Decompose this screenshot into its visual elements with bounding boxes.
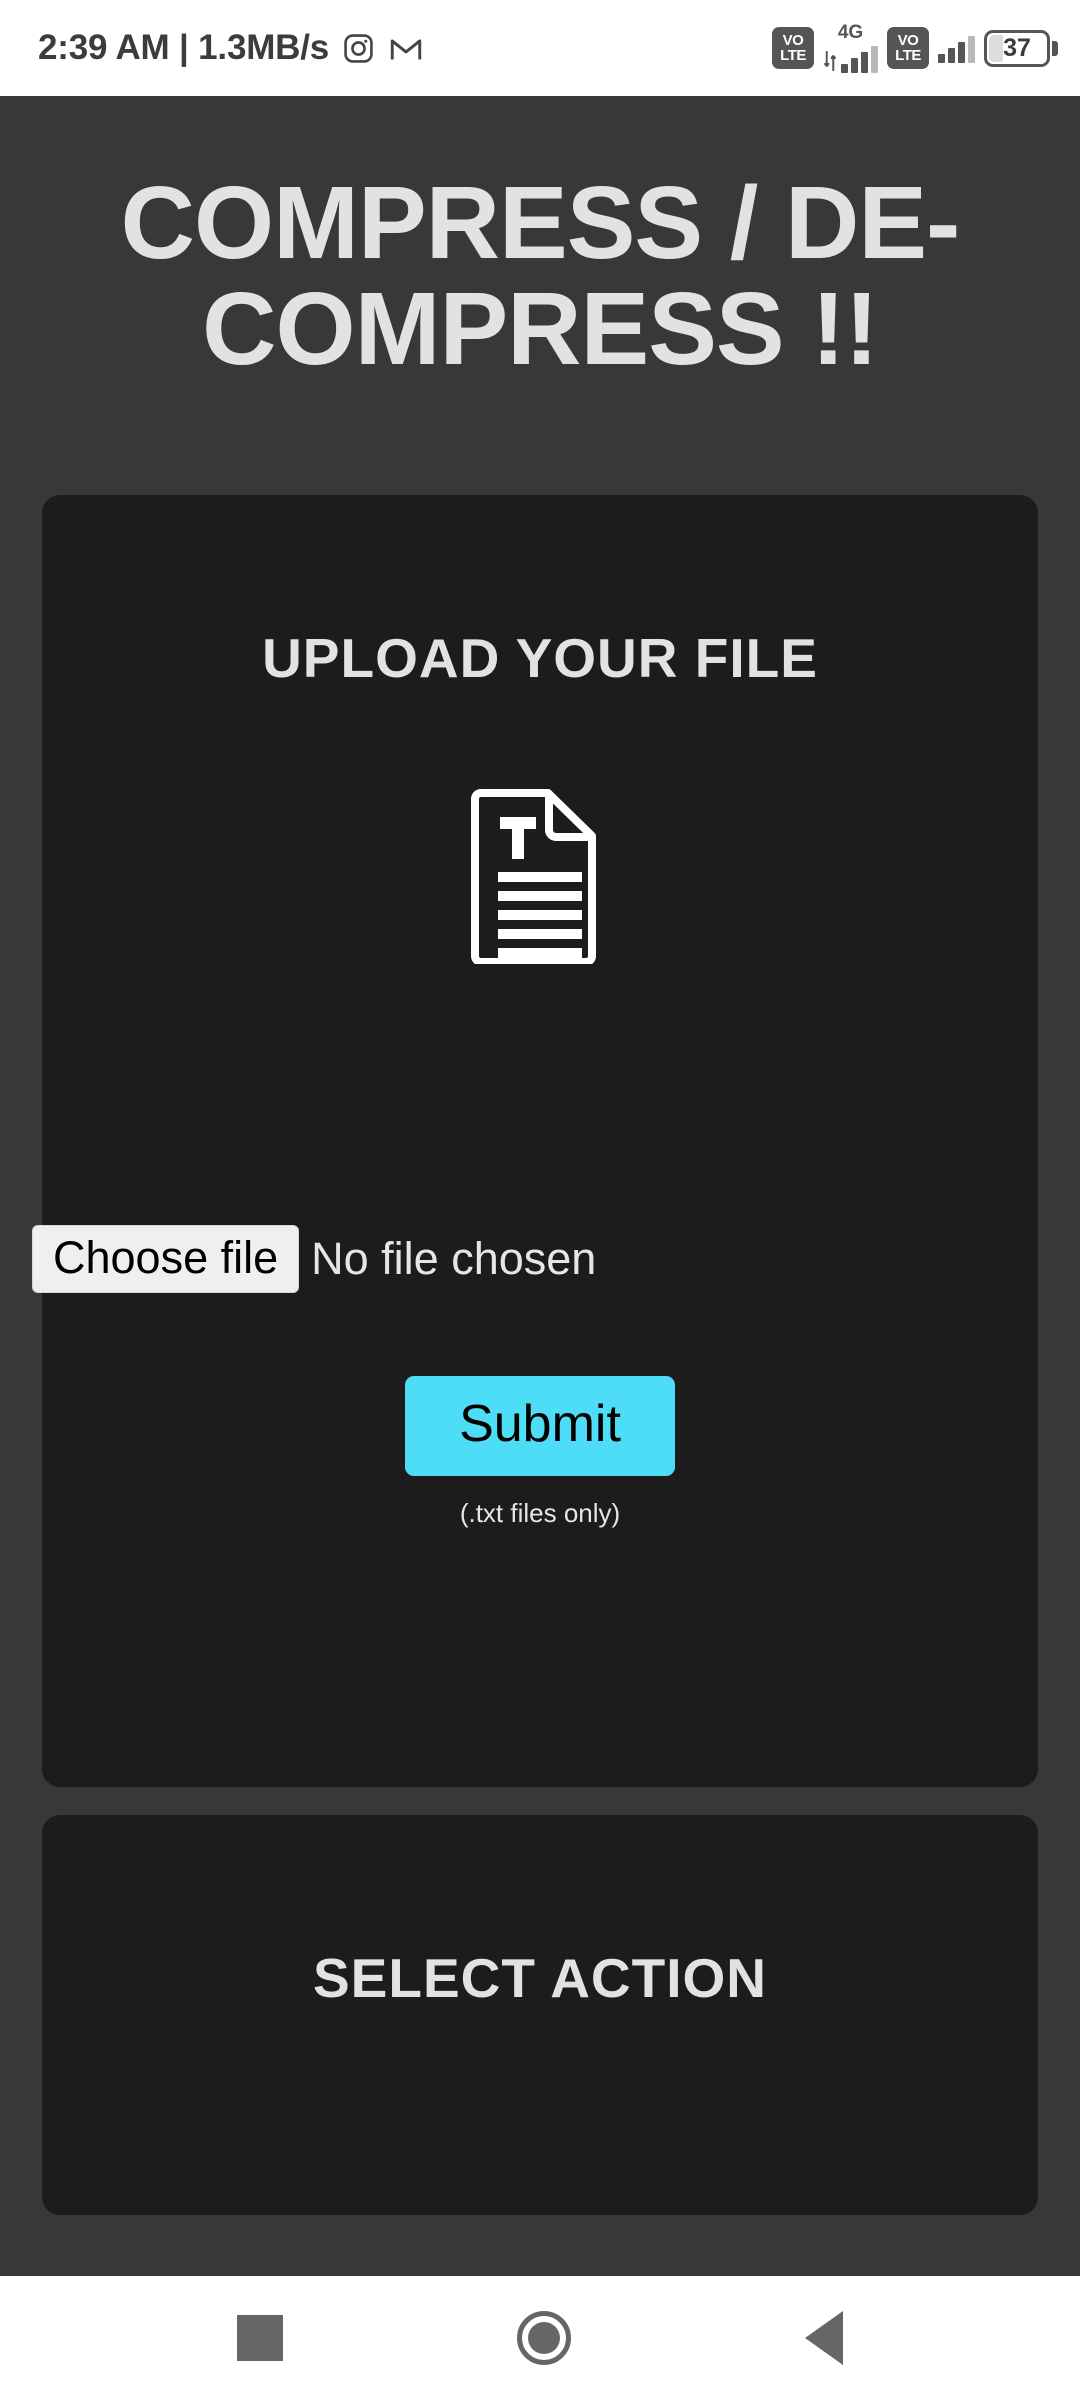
- android-navigation-bar: [0, 2276, 1080, 2400]
- status-bar-left: 2:39 AM | 1.3MB/s: [38, 28, 424, 68]
- phone-screen: 2:39 AM | 1.3MB/s VO LTE 4G VO LTE 37 CO…: [0, 0, 1080, 2400]
- document-icon-container: [42, 786, 1038, 965]
- volte-sim2-icon: VO LTE: [887, 27, 929, 69]
- gmail-icon: [390, 38, 422, 59]
- status-clock-and-speed: 2:39 AM | 1.3MB/s: [38, 28, 330, 67]
- file-input-row[interactable]: Choose file No file chosen: [32, 1225, 597, 1294]
- upload-card-heading: UPLOAD YOUR FILE: [262, 627, 818, 690]
- recents-square-icon[interactable]: [237, 2315, 283, 2361]
- signal-sim1: 4G: [823, 23, 878, 73]
- data-transfer-icon: [823, 51, 837, 71]
- selected-file-name: No file chosen: [311, 1233, 597, 1285]
- back-triangle-icon[interactable]: [805, 2311, 843, 2365]
- volte-sim1-icon: VO LTE: [772, 27, 814, 69]
- file-type-hint: (.txt files only): [459, 1498, 621, 1529]
- battery-indicator: 37: [984, 29, 1058, 67]
- status-bar-right: VO LTE 4G VO LTE 37: [772, 23, 1058, 73]
- submit-area: Submit (.txt files only): [42, 1376, 1038, 1529]
- network-type-label: 4G: [837, 22, 864, 43]
- instagram-icon: [344, 33, 373, 63]
- select-action-card: SELECT ACTION: [42, 1815, 1038, 2216]
- choose-file-button[interactable]: Choose file: [32, 1225, 300, 1294]
- text-document-icon: [471, 789, 596, 965]
- upload-file-card: UPLOAD YOUR FILE Choose file No file cho…: [32, 495, 1038, 1788]
- action-card-heading: SELECT ACTION: [312, 1947, 768, 2010]
- status-bar: 2:39 AM | 1.3MB/s VO LTE 4G VO LTE 37: [0, 0, 1080, 96]
- signal-bars-sim1: [823, 43, 878, 73]
- submit-button[interactable]: Submit: [405, 1376, 675, 1477]
- page-title: COMPRESS / DE-COMPRESS !!: [120, 165, 961, 387]
- home-circle-icon[interactable]: [517, 2311, 571, 2365]
- signal-bars-sim2: [938, 33, 975, 63]
- web-page-content: COMPRESS / DE-COMPRESS !! UPLOAD YOUR FI…: [0, 96, 1080, 2276]
- battery-percent-label: 37: [1003, 33, 1031, 62]
